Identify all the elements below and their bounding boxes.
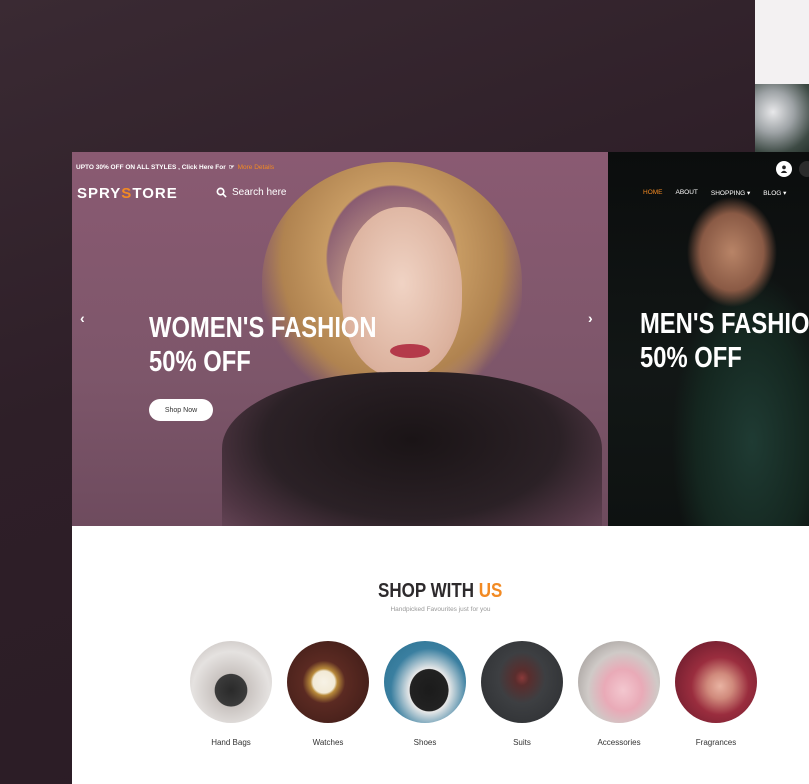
category-fragrances[interactable]: Fragrances xyxy=(675,641,757,747)
suit-image xyxy=(481,641,563,723)
background-card xyxy=(755,0,809,84)
hero-women-line1: WOMEN'S FASHION xyxy=(149,312,377,344)
hero-women-line2: 50% OFF xyxy=(149,346,251,378)
search-bar[interactable]: Search here xyxy=(216,187,286,198)
shoe-image xyxy=(384,641,466,723)
section-subtitle: Handpicked Favourites just for you xyxy=(390,606,491,613)
nav-shopping[interactable]: SHOPPING ▾ xyxy=(711,189,750,197)
section-title-accent: US xyxy=(479,580,503,602)
nav-home[interactable]: HOME xyxy=(643,189,663,197)
hero-slider: UPTO 30% OFF ON ALL STYLES , Click Here … xyxy=(72,152,809,526)
chevron-left-icon[interactable]: ‹ xyxy=(80,310,85,326)
category-accessories[interactable]: Accessories xyxy=(578,641,660,747)
logo-part-1: SPRY xyxy=(77,185,122,202)
category-suits[interactable]: Suits xyxy=(481,641,563,747)
model-lips xyxy=(390,344,430,358)
user-account-button[interactable] xyxy=(776,161,792,177)
category-label: Hand Bags xyxy=(211,738,251,747)
store-page: UPTO 30% OFF ON ALL STYLES , Click Here … xyxy=(72,152,809,784)
logo-accent-letter: S xyxy=(121,185,133,202)
nav-about[interactable]: ABOUT xyxy=(676,189,698,197)
main-nav: HOME ABOUT SHOPPING ▾ BLOG ▾ xyxy=(643,189,786,197)
logo-part-2: TORE xyxy=(132,185,178,202)
model-scarf xyxy=(222,372,602,526)
search-icon xyxy=(216,187,227,198)
chevron-right-icon[interactable]: › xyxy=(588,310,593,326)
section-title: SHOP WITH US xyxy=(72,580,809,603)
hero-men-heading: MEN'S FASHION 50% OFF xyxy=(640,307,809,375)
cart-button[interactable] xyxy=(799,161,809,177)
section-title-main: SHOP WITH xyxy=(378,580,480,602)
hero-men-line2: 50% OFF xyxy=(640,342,742,374)
watch-image xyxy=(287,641,369,723)
category-shoes[interactable]: Shoes xyxy=(384,641,466,747)
category-label: Fragrances xyxy=(695,738,737,747)
promo-bar: UPTO 30% OFF ON ALL STYLES , Click Here … xyxy=(76,163,274,171)
hero-women-heading: WOMEN'S FASHION 50% OFF xyxy=(149,311,377,379)
hero-men-line1: MEN'S FASHION xyxy=(640,308,809,340)
hand-pointer-icon: ☞ xyxy=(228,164,235,171)
accessories-image xyxy=(578,641,660,723)
shop-now-button[interactable]: Shop Now xyxy=(149,399,213,421)
nav-blog[interactable]: BLOG ▾ xyxy=(763,189,786,197)
category-watches[interactable]: Watches xyxy=(287,641,369,747)
brand-logo[interactable]: SPRYSTORE xyxy=(77,185,178,202)
category-handbags[interactable]: Hand Bags xyxy=(190,641,272,747)
category-label: Watches xyxy=(312,738,344,747)
promo-text: UPTO 30% OFF ON ALL STYLES , Click Here … xyxy=(76,164,226,171)
user-icon xyxy=(780,165,788,173)
background-card-image xyxy=(755,84,809,154)
category-label: Shoes xyxy=(413,738,437,747)
search-placeholder: Search here xyxy=(232,187,287,198)
handbag-image xyxy=(190,641,272,723)
more-details-link[interactable]: More Details xyxy=(238,164,274,171)
category-label: Suits xyxy=(513,738,531,747)
category-label: Accessories xyxy=(597,738,641,747)
fragrance-image xyxy=(675,641,757,723)
